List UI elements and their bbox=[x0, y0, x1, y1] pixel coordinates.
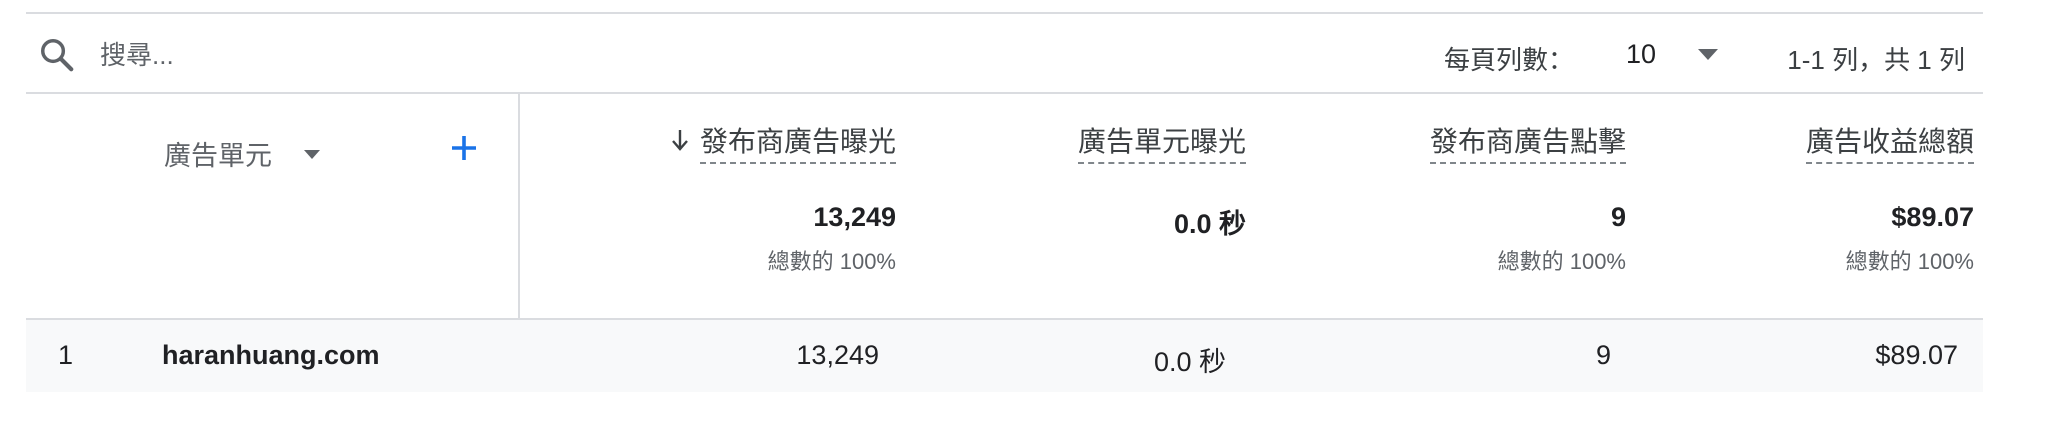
total-adunit-impressions: 0.0 秒 bbox=[1173, 209, 1246, 239]
pagination-range: 1-1 列，共 1 列 bbox=[1787, 45, 1965, 75]
dimension-label[interactable]: 廣告單元 bbox=[164, 134, 272, 173]
dimension-header: 廣告單元 bbox=[26, 94, 518, 330]
rows-per-page-value: 10 bbox=[1626, 38, 1657, 69]
rows-per-page-label: 每頁列數： bbox=[1444, 45, 1575, 75]
search-input[interactable] bbox=[98, 34, 662, 76]
column-header-publisher-impressions[interactable]: 發布商廣告曝光 bbox=[699, 120, 896, 164]
row-index: 1 bbox=[58, 340, 74, 370]
column-header-adunit-impressions[interactable]: 廣告單元曝光 bbox=[1077, 120, 1246, 164]
row-publisher-impressions: 13,249 bbox=[796, 340, 879, 370]
percent-total-revenue: 總數的 100% bbox=[1845, 249, 1974, 274]
metric-column-publisher-clicks: 發布商廣告點擊 9 總數的 100% bbox=[1376, 94, 1626, 330]
arrow-down-icon[interactable] bbox=[670, 128, 690, 152]
total-publisher-clicks: 9 bbox=[1610, 202, 1626, 232]
caret-down-icon bbox=[1698, 48, 1719, 60]
rows-per-page-select[interactable]: 10 bbox=[1626, 32, 1736, 76]
total-publisher-impressions: 13,249 bbox=[813, 202, 896, 232]
row-dimension-value: haranhuang.com bbox=[162, 340, 380, 370]
table-row[interactable]: 1 haranhuang.com 13,249 0.0 秒 9 $89.07 bbox=[26, 320, 1983, 392]
percent-publisher-impressions: 總數的 100% bbox=[767, 249, 896, 274]
percent-publisher-clicks: 總數的 100% bbox=[1497, 249, 1626, 274]
report-table: 每頁列數： 10 1-1 列，共 1 列 廣告單元 發布商廣告曝光 13,249… bbox=[26, 12, 1983, 392]
table-toolbar: 每頁列數： 10 1-1 列，共 1 列 bbox=[26, 14, 1983, 94]
total-revenue: $89.07 bbox=[1891, 202, 1974, 232]
metric-column-publisher-impressions: 發布商廣告曝光 13,249 總數的 100% bbox=[646, 94, 896, 330]
add-dimension-button[interactable] bbox=[446, 130, 482, 166]
metric-column-total-revenue: 廣告收益總額 $89.07 總數的 100% bbox=[1724, 94, 1974, 330]
row-publisher-clicks: 9 bbox=[1595, 340, 1611, 370]
row-total-revenue: $89.07 bbox=[1875, 340, 1958, 370]
column-header-total-revenue[interactable]: 廣告收益總額 bbox=[1805, 120, 1974, 164]
column-header-publisher-clicks[interactable]: 發布商廣告點擊 bbox=[1429, 120, 1626, 164]
metric-column-adunit-impressions: 廣告單元曝光 0.0 秒 bbox=[996, 94, 1246, 330]
row-adunit-impressions: 0.0 秒 bbox=[1153, 347, 1226, 377]
search-icon[interactable] bbox=[38, 36, 76, 74]
dimension-dropdown-icon[interactable] bbox=[304, 150, 320, 159]
